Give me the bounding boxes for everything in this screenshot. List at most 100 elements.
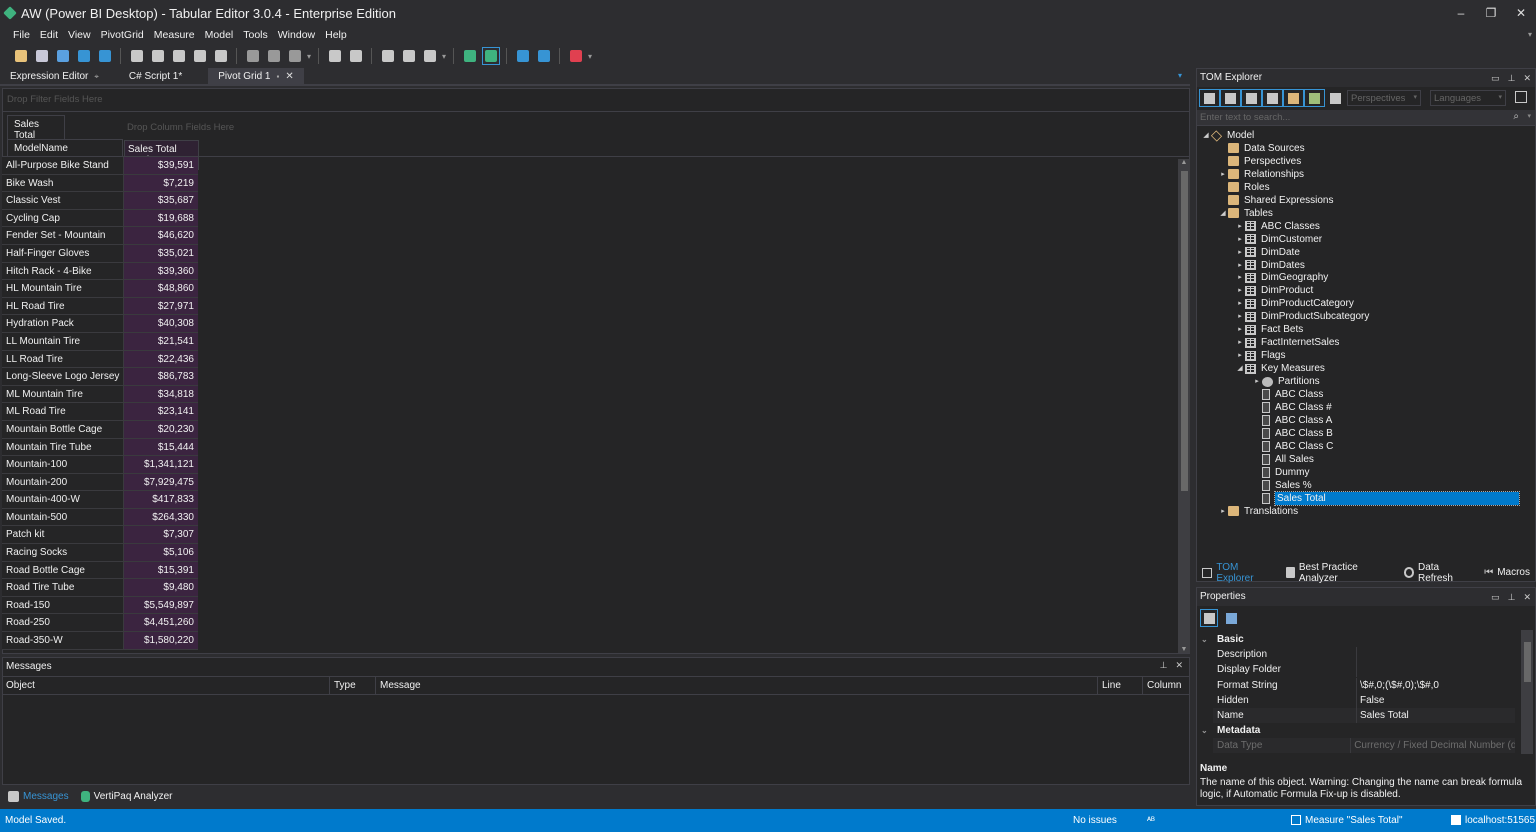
- row-label[interactable]: Cycling Cap: [2, 209, 123, 227]
- pin-icon[interactable]: ⊥: [1160, 660, 1168, 671]
- row-value[interactable]: $4,451,260: [123, 614, 198, 632]
- tree-item[interactable]: Sales %: [1252, 479, 1312, 492]
- tree-item[interactable]: ABC Class B: [1252, 427, 1333, 440]
- row-label[interactable]: ML Road Tire: [2, 403, 123, 420]
- clear-filter-button[interactable]: [567, 47, 585, 65]
- row-label[interactable]: Mountain-400-W: [2, 491, 123, 508]
- expand-arrow-icon[interactable]: ▸: [1235, 246, 1245, 259]
- tree-item[interactable]: Data Sources: [1218, 142, 1305, 155]
- tree-item[interactable]: ▸ DimProductSubcategory: [1235, 310, 1369, 323]
- show-measures-button[interactable]: [1199, 89, 1220, 107]
- menu-model[interactable]: Model: [205, 29, 234, 41]
- pin-icon[interactable]: ⊥: [1508, 69, 1516, 87]
- tree-item[interactable]: ▸ ABC Classes: [1235, 220, 1320, 233]
- tree-item[interactable]: Sales Total: [1252, 490, 1520, 506]
- row-value[interactable]: $21,541: [123, 332, 198, 350]
- row-value[interactable]: $9,480: [123, 579, 198, 596]
- tree-item[interactable]: Shared Expressions: [1218, 194, 1334, 207]
- close-tab-icon[interactable]: ✕: [285, 68, 293, 86]
- tree-item[interactable]: ABC Class C: [1252, 440, 1333, 453]
- tree-item[interactable]: ▸ DimDate: [1235, 246, 1300, 259]
- server-status[interactable]: localhost:51565: [1451, 815, 1535, 826]
- row-label[interactable]: Mountain Tire Tube: [2, 438, 123, 456]
- tab-data-refresh[interactable]: Data Refresh: [1398, 562, 1479, 584]
- open-from-db-button[interactable]: [12, 47, 30, 65]
- tree-item[interactable]: ▸ DimProduct: [1235, 284, 1313, 297]
- row-label[interactable]: Hitch Rack - 4-Bike: [2, 262, 123, 280]
- menu-file[interactable]: File: [13, 29, 30, 41]
- format-button[interactable]: [286, 47, 304, 65]
- panel-button[interactable]: [379, 47, 397, 65]
- close-icon[interactable]: ✕: [1175, 660, 1183, 671]
- expand-arrow-icon[interactable]: ▸: [1252, 375, 1262, 388]
- auto-refresh-button[interactable]: [461, 47, 479, 65]
- tree-item[interactable]: ▸ Translations: [1218, 505, 1298, 518]
- tree-item[interactable]: Roles: [1218, 181, 1270, 194]
- row-value[interactable]: $34,818: [123, 385, 198, 403]
- expand-arrow-icon[interactable]: ◢: [1218, 207, 1228, 220]
- menu-measure[interactable]: Measure: [154, 29, 195, 41]
- new-dax-query-button[interactable]: [170, 47, 188, 65]
- menu-view[interactable]: View: [68, 29, 91, 41]
- pin-icon[interactable]: ⌖: [94, 68, 99, 86]
- tab-tom-explorer[interactable]: TOM Explorer: [1196, 562, 1280, 584]
- expand-arrow-icon[interactable]: ▸: [1235, 284, 1245, 297]
- issues-status[interactable]: No issues: [1073, 815, 1117, 826]
- show-display-folders-button[interactable]: [1283, 89, 1304, 107]
- expand-arrow-icon[interactable]: ▸: [1235, 349, 1245, 362]
- tab-csharp-script[interactable]: C# Script 1*: [119, 68, 192, 86]
- column-object[interactable]: Object: [6, 680, 35, 691]
- row-label[interactable]: Half-Finger Gloves: [2, 244, 123, 262]
- row-value[interactable]: $39,360: [123, 262, 198, 280]
- spellcheck-icon[interactable]: ᴬᴮ: [1147, 815, 1155, 825]
- collapse-all-icon[interactable]: [1515, 91, 1527, 103]
- row-value[interactable]: $7,219: [123, 174, 198, 192]
- row-label[interactable]: HL Road Tire: [2, 297, 123, 315]
- row-label[interactable]: Road-350-W: [2, 632, 123, 649]
- column-line[interactable]: Line: [1097, 677, 1125, 695]
- search-input[interactable]: Enter text to search...: [1200, 112, 1290, 123]
- row-value[interactable]: $46,620: [123, 227, 198, 244]
- columns-button[interactable]: [535, 47, 553, 65]
- expand-arrow-icon[interactable]: ◢: [1201, 129, 1211, 142]
- row-value[interactable]: $5,549,897: [123, 596, 198, 614]
- tab-pivot-grid[interactable]: Pivot Grid 1 ▪ ✕: [208, 68, 304, 86]
- row-value[interactable]: $5,106: [123, 544, 198, 561]
- row-label[interactable]: All-Purpose Bike Stand: [2, 157, 123, 174]
- menu-pivotgrid[interactable]: PivotGrid: [101, 29, 144, 41]
- row-value[interactable]: $7,929,475: [123, 473, 198, 491]
- tree-item[interactable]: ▸ DimDates: [1235, 259, 1305, 272]
- tree-item[interactable]: ◢ Model: [1201, 129, 1254, 142]
- pivot-vertical-scrollbar[interactable]: ▲ ▼: [1178, 159, 1190, 653]
- alphabetical-view-button[interactable]: [1222, 609, 1240, 627]
- show-partitions-button[interactable]: [1262, 89, 1283, 107]
- perspectives-dropdown[interactable]: Perspectives ▾: [1347, 90, 1421, 106]
- row-value[interactable]: $15,391: [123, 561, 198, 579]
- property-row[interactable]: Data Type Currency / Fixed Decimal Number…: [1213, 738, 1515, 754]
- column-drop-zone[interactable]: Drop Column Fields Here: [127, 122, 234, 133]
- tree-item[interactable]: All Sales: [1252, 453, 1314, 466]
- properties-scrollbar[interactable]: [1521, 630, 1533, 754]
- tree-item[interactable]: ◢ Tables: [1218, 207, 1273, 220]
- scrollbar-thumb[interactable]: [1181, 171, 1188, 491]
- scroll-up-icon[interactable]: ▲: [1178, 159, 1190, 166]
- column-type[interactable]: Type: [329, 677, 360, 695]
- expand-arrow-icon[interactable]: ▸: [1235, 220, 1245, 233]
- expand-arrow-icon[interactable]: ▸: [1235, 259, 1245, 272]
- tree-item[interactable]: ABC Class: [1252, 388, 1323, 401]
- tree-item[interactable]: ◢ Key Measures: [1235, 362, 1325, 375]
- deploy-button[interactable]: [33, 47, 51, 65]
- row-label[interactable]: ML Mountain Tire: [2, 385, 123, 403]
- search-icon[interactable]: ⌕: [1513, 111, 1519, 122]
- tab-best-practice-analyzer[interactable]: Best Practice Analyzer: [1280, 562, 1398, 584]
- row-value[interactable]: $20,230: [123, 420, 198, 438]
- rows-button[interactable]: [514, 47, 532, 65]
- property-value[interactable]: Currency / Fixed Decimal Number (de: [1351, 738, 1515, 753]
- tree-item[interactable]: ▸ Flags: [1235, 349, 1285, 362]
- row-value[interactable]: $23,141: [123, 403, 198, 420]
- tree-item[interactable]: ▸ DimProductCategory: [1235, 297, 1354, 310]
- row-label[interactable]: Long-Sleeve Logo Jersey: [2, 368, 123, 385]
- expand-arrow-icon[interactable]: ▸: [1235, 310, 1245, 323]
- row-value[interactable]: $264,330: [123, 508, 198, 526]
- new-pivot-button[interactable]: [149, 47, 167, 65]
